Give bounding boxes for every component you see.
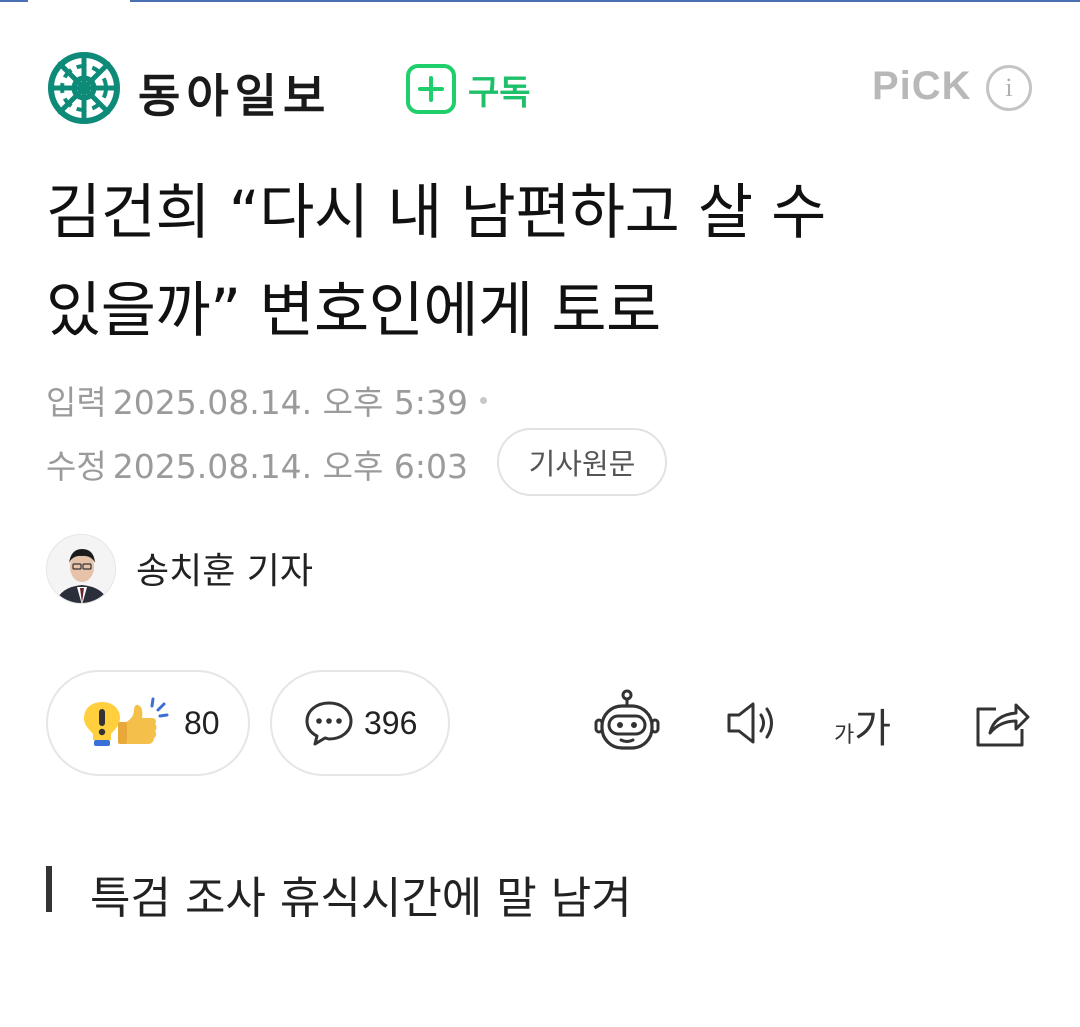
top-indicator (130, 0, 1080, 2)
date-separator-dot (479, 396, 487, 404)
subscribe-label: 구독 (468, 72, 531, 113)
subscribe-button[interactable]: 구독 (406, 62, 531, 116)
reaction-count: 80 (184, 704, 220, 741)
input-date-row: 입력 2025.08.14. 오후 5:39 (46, 376, 487, 424)
comment-bubble-icon (304, 699, 354, 747)
article-headline: 김건희 “다시 내 남편하고 살 수 있을까” 변호인에게 토로 (46, 164, 1036, 360)
reaction-button[interactable]: 80 (46, 670, 250, 776)
pick-badge: PiCK (872, 64, 972, 108)
reporter-avatar[interactable] (46, 534, 116, 604)
speaker-icon[interactable] (716, 686, 786, 760)
font-size-icon[interactable]: 가가 (834, 696, 891, 752)
headline-line-2: 있을까” 변호인에게 토로 (46, 276, 661, 346)
press-logo-icon[interactable] (48, 52, 120, 124)
edit-date-row: 수정 2025.08.14. 오후 6:03 (46, 440, 468, 488)
press-header: 동아일보 구독 PiCK i (48, 52, 1038, 124)
comment-count: 396 (364, 704, 418, 741)
input-date-value: 2025.08.14. 오후 5:39 (112, 383, 468, 422)
edit-date-label: 수정 (46, 447, 107, 486)
top-indicator-left (0, 0, 28, 2)
plus-icon (406, 64, 456, 114)
subtitle-bar (46, 866, 52, 912)
headline-line-1: 김건희 “다시 내 남편하고 살 수 (46, 178, 826, 248)
reaction-emoji-icon (80, 696, 170, 750)
info-icon[interactable]: i (986, 65, 1032, 111)
comment-button[interactable]: 396 (270, 670, 450, 776)
input-date-label: 입력 (46, 383, 107, 422)
share-icon[interactable] (966, 686, 1036, 760)
summary-bot-icon[interactable] (592, 686, 662, 760)
reporter-name[interactable]: 송치훈 기자 (136, 542, 313, 594)
font-size-small-label: 가 (834, 723, 855, 748)
article-subtitle: 특검 조사 휴식시간에 말 남겨 (90, 873, 632, 924)
press-name[interactable]: 동아일보 (138, 60, 331, 126)
font-size-big-label: 가 (854, 706, 892, 752)
edit-date-value: 2025.08.14. 오후 6:03 (112, 447, 468, 486)
original-article-button[interactable]: 기사원문 (497, 428, 667, 496)
